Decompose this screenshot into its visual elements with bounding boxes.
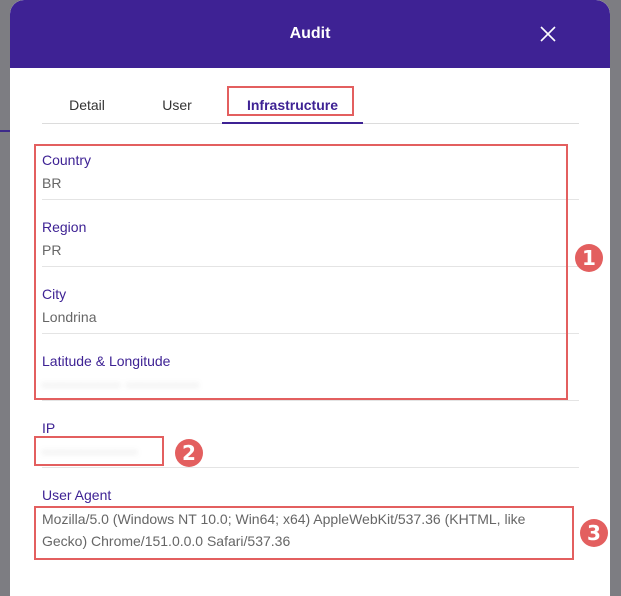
divider <box>42 266 579 267</box>
divider <box>42 333 579 334</box>
field-user-agent: User Agent Mozilla/5.0 (Windows NT 10.0;… <box>42 485 579 552</box>
callout-badge-2: 2 <box>175 439 203 467</box>
modal-header: Audit <box>10 0 610 68</box>
lat-long-value-redacted: ·············· ············· <box>42 374 579 394</box>
ip-label: IP <box>42 420 56 436</box>
callout-badge-1: 1 <box>575 244 603 272</box>
region-value: PR <box>42 242 62 258</box>
city-value: Londrina <box>42 309 97 325</box>
field-lat-long: Latitude & Longitude ·············· ····… <box>42 351 579 394</box>
divider <box>42 400 579 401</box>
divider <box>42 199 579 200</box>
callout-badge-3: 3 <box>580 519 608 547</box>
field-city: City Londrina <box>42 284 579 327</box>
field-region: Region PR <box>42 217 579 260</box>
audit-modal: Audit Detail User Infrastructure Country… <box>10 0 610 596</box>
country-value: BR <box>42 175 62 191</box>
divider <box>42 467 579 468</box>
tab-user[interactable]: User <box>132 86 222 123</box>
country-label: Country <box>42 152 92 168</box>
ip-value-redacted: ················· <box>42 441 579 461</box>
field-country: Country BR <box>42 150 579 193</box>
close-button[interactable] <box>538 24 558 44</box>
city-label: City <box>42 286 67 302</box>
lat-long-label: Latitude & Longitude <box>42 353 171 369</box>
user-agent-label: User Agent <box>42 487 112 503</box>
user-agent-value: Mozilla/5.0 (Windows NT 10.0; Win64; x64… <box>42 511 526 549</box>
redacted-text: ·············· ············· <box>42 376 200 392</box>
region-label: Region <box>42 219 87 235</box>
close-icon <box>540 26 556 42</box>
tab-infrastructure[interactable]: Infrastructure <box>222 86 363 124</box>
modal-title: Audit <box>289 25 331 42</box>
tab-bar: Detail User Infrastructure <box>42 86 579 124</box>
tab-detail[interactable]: Detail <box>42 86 132 123</box>
redacted-text: ················· <box>42 443 139 459</box>
field-ip: IP ················· <box>42 418 579 461</box>
